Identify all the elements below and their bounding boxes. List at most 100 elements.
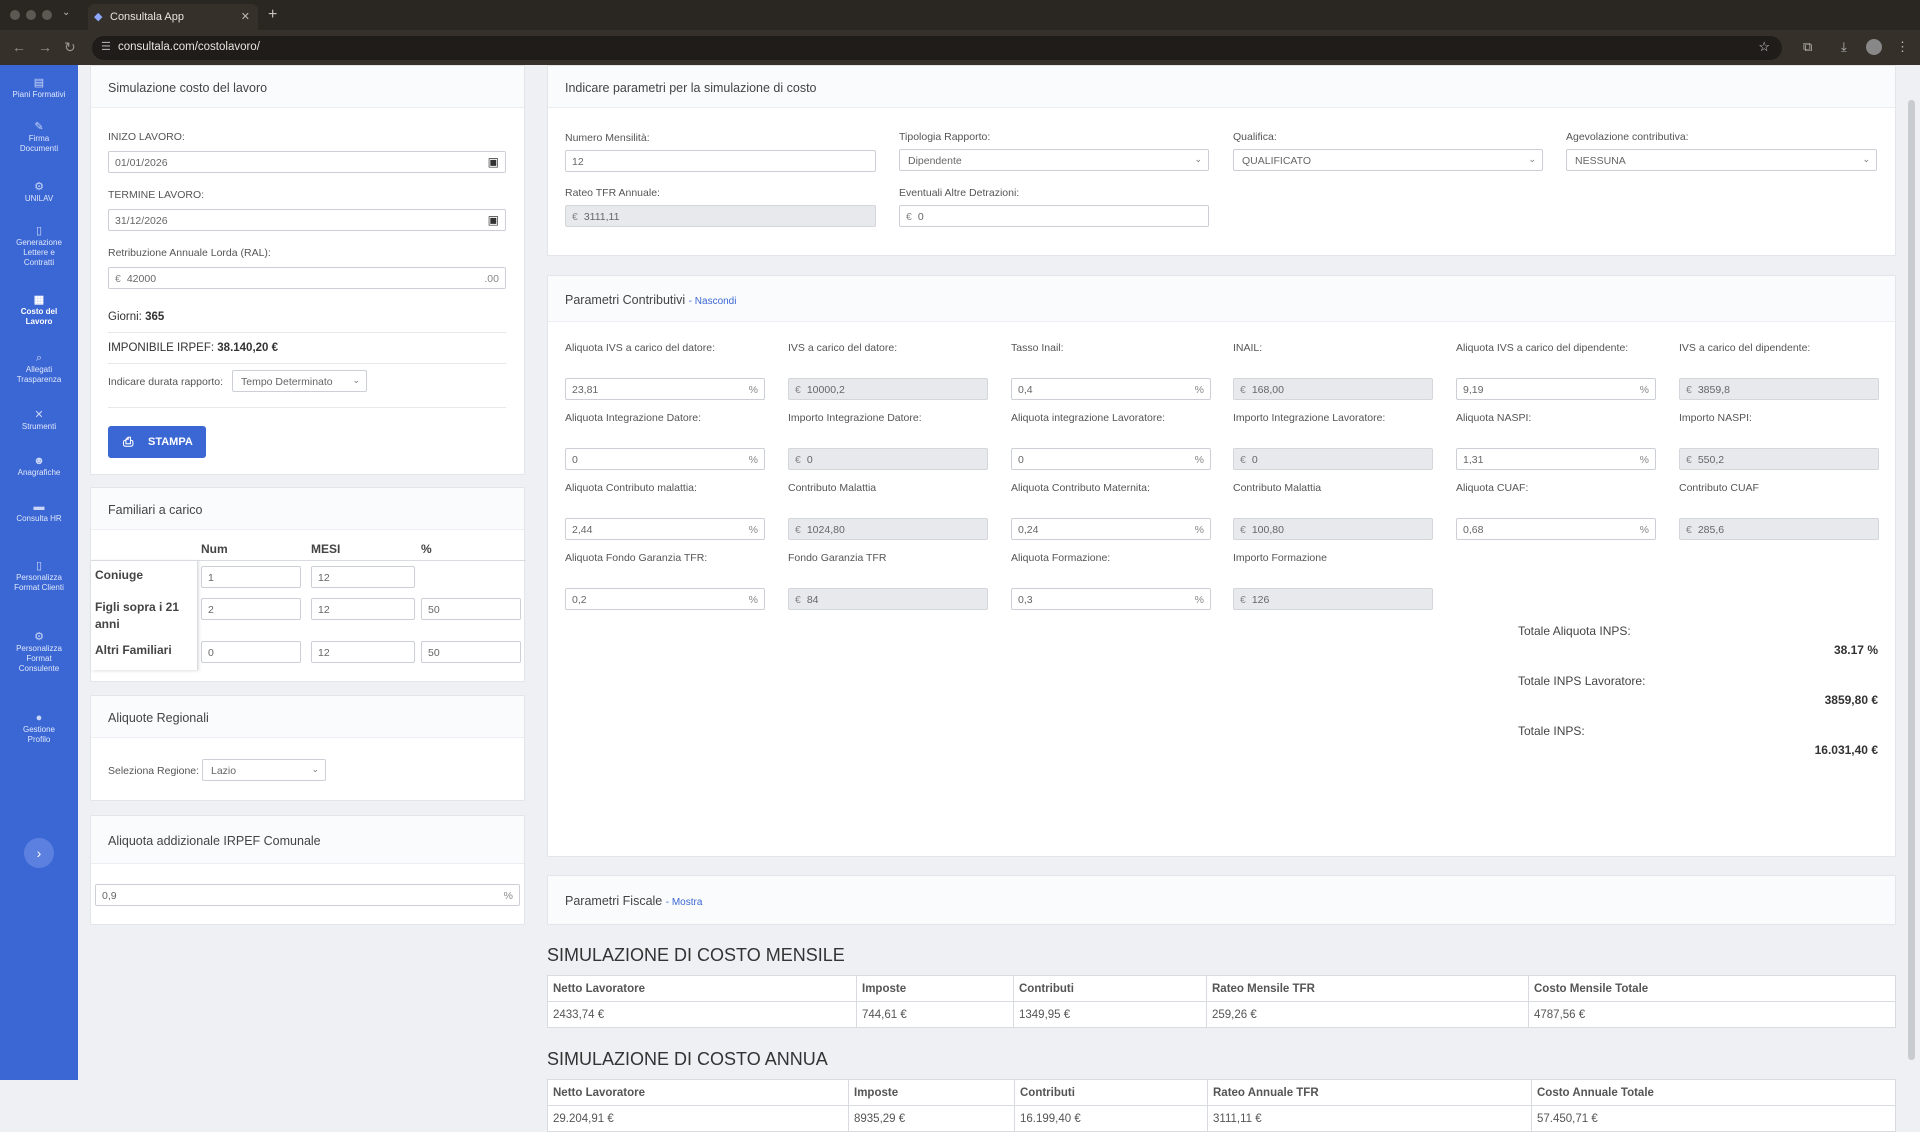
nascondi-link[interactable]: - Nascondi — [689, 296, 737, 307]
back-icon[interactable]: ← — [12, 39, 26, 55]
favicon-icon: ◆ — [94, 11, 103, 23]
site-info-icon[interactable]: ☰ — [101, 40, 111, 53]
sidebar-item-personalizza-format-consulente[interactable]: ⚙ Personalizza Format Consulente — [0, 632, 78, 674]
tipologia-select[interactable]: Dipendente ⌄ — [899, 149, 1209, 171]
sidebar-item-unilav[interactable]: ⚙ UNILAV — [0, 182, 78, 204]
gear-icon: ⚙ — [34, 631, 44, 643]
agevolazione-label: Agevolazione contributiva: — [1566, 131, 1689, 143]
altri-pct-input[interactable]: 50 — [421, 641, 521, 663]
contrib-rate-input[interactable]: 0,4% — [1011, 378, 1211, 400]
ral-label: Retribuzione Annuale Lorda (RAL): — [108, 247, 271, 259]
sidebar-item-allegati-trasparenza[interactable]: ⌕ Allegati Trasparenza — [0, 353, 78, 385]
figli-pct-input[interactable]: 50 — [421, 598, 521, 620]
window-maximize-dot[interactable] — [42, 10, 52, 20]
altri-num-input[interactable]: 0 — [201, 641, 301, 663]
contrib-rate-input[interactable]: 0,3% — [1011, 588, 1211, 610]
contrib-rate-input[interactable]: 0,24% — [1011, 518, 1211, 540]
detrazioni-input[interactable]: €0 — [899, 205, 1209, 227]
pct-suffix: % — [748, 524, 758, 536]
agevolazione-select[interactable]: NESSUNA ⌄ — [1566, 149, 1877, 171]
tipologia-label: Tipologia Rapporto: — [899, 131, 991, 143]
euro-prefix: € — [1240, 524, 1246, 536]
forward-icon[interactable]: → — [38, 39, 52, 55]
profile-avatar[interactable] — [1866, 39, 1882, 55]
sidebar-item-label: Consulta HR — [16, 514, 62, 523]
fiscale-title: Parametri Fiscale — [565, 894, 663, 908]
sidebar-item-label: Personalizza Format Consulente — [16, 644, 62, 673]
coniuge-num-input[interactable]: 1 — [201, 566, 301, 588]
comunale-input[interactable]: 0,9% — [95, 884, 520, 906]
sidebar-item-personalizza-format-clienti[interactable]: ▯ Personalizza Format Clienti — [0, 561, 78, 593]
pct-suffix: % — [1194, 524, 1204, 536]
sidebar-item-anagrafiche[interactable]: ☻ Anagrafiche — [0, 456, 78, 478]
tab-close-icon[interactable]: ✕ — [241, 10, 250, 23]
termine-date-input[interactable]: 31/12/2026 ▣ — [108, 209, 506, 231]
address-bar[interactable]: ☰ consultala.com/costolavoro/ ☆ — [92, 36, 1782, 60]
ral-input[interactable]: €42000 .00 — [108, 267, 506, 289]
contrib-amount-field: €84 — [788, 588, 988, 610]
mensilita-input[interactable]: 12 — [565, 150, 876, 172]
new-tab-icon[interactable]: + — [268, 6, 277, 24]
qualifica-select[interactable]: QUALIFICATO ⌄ — [1233, 149, 1543, 171]
regione-select[interactable]: Lazio ⌄ — [202, 759, 326, 781]
mostra-link[interactable]: - Mostra — [666, 897, 703, 908]
window-minimize-dot[interactable] — [26, 10, 36, 20]
sidebar-expand-button[interactable]: › — [24, 838, 54, 868]
table-header: Imposte — [856, 975, 1014, 1002]
contrib-label: IVS a carico del datore: — [788, 342, 898, 354]
table-cell: 16.199,40 € — [1014, 1105, 1208, 1132]
tab-search-icon[interactable]: ⌄ — [62, 7, 70, 18]
bookmark-star-icon[interactable]: ☆ — [1758, 39, 1770, 55]
contrib-amount-field: €1024,80 — [788, 518, 988, 540]
regione-label: Seleziona Regione: — [108, 765, 200, 777]
browser-tab[interactable]: ◆ Consultala App ✕ — [88, 4, 258, 30]
contrib-rate-input[interactable]: 2,44% — [565, 518, 765, 540]
chevron-down-icon: ⌄ — [1528, 154, 1536, 164]
contrib-rate-input[interactable]: 9,19% — [1456, 378, 1656, 400]
sidebar-item-strumenti[interactable]: ✕ Strumenti — [0, 410, 78, 432]
page-scrollbar[interactable] — [1908, 100, 1915, 1060]
download-icon[interactable]: ⤓ — [1841, 39, 1847, 55]
euro-prefix: € — [1686, 524, 1692, 536]
coniuge-mesi-input[interactable]: 12 — [311, 566, 415, 588]
contrib-rate-input[interactable]: 0,2% — [565, 588, 765, 610]
contrib-label: Aliquota integrazione Lavoratore: — [1011, 412, 1166, 424]
inizio-date-input[interactable]: 01/01/2026 ▣ — [108, 151, 506, 173]
figli-mesi-input[interactable]: 12 — [311, 598, 415, 620]
pct-suffix: % — [1194, 594, 1204, 606]
contrib-rate-input[interactable]: 0% — [565, 448, 765, 470]
calendar-icon[interactable]: ▣ — [488, 213, 499, 227]
sidebar-item-firma-documenti[interactable]: ✎ Firma Documenti — [0, 122, 78, 154]
sidebar-item-gestione-profilo[interactable]: ● Gestione Profilo — [0, 713, 78, 745]
sidebar-item-costo-del-lavoro[interactable]: ▦ Costo del Lavoro — [0, 295, 78, 327]
euro-prefix: € — [795, 384, 801, 396]
sidebar-item-consulta-hr[interactable]: ▬ Consulta HR — [0, 502, 78, 524]
contrib-rate-input[interactable]: 0,68% — [1456, 518, 1656, 540]
reload-icon[interactable]: ↻ — [64, 39, 76, 56]
stampa-button[interactable]: ⎙ STAMPA — [108, 426, 206, 458]
calendar-icon[interactable]: ▣ — [488, 155, 499, 169]
sidebar-item-generazione-lettere[interactable]: ▯ Generazione Lettere e Contratti — [0, 226, 78, 268]
contrib-label: Tasso Inail: — [1011, 342, 1064, 354]
contrib-rate-input[interactable]: 1,31% — [1456, 448, 1656, 470]
durata-select[interactable]: Tempo Determinato ⌄ — [232, 370, 367, 392]
contrib-value: 1024,80 — [806, 524, 845, 536]
contrib-rate-input[interactable]: 0% — [1011, 448, 1211, 470]
euro-prefix: € — [1686, 454, 1692, 466]
sidebar-item-piani-formativi[interactable]: ▤ Piani Formativi — [0, 78, 78, 100]
menu-kebab-icon[interactable]: ⋮ — [1896, 39, 1909, 55]
regionali-card: Aliquote Regionali Seleziona Regione: La… — [90, 695, 525, 801]
durata-value: Tempo Determinato — [241, 376, 333, 388]
altri-mesi-input[interactable]: 12 — [311, 641, 415, 663]
pct-suffix: % — [748, 384, 758, 396]
table-cell: 1349,95 € — [1013, 1001, 1207, 1028]
annua-table: Netto Lavoratore Imposte Contributi Rate… — [547, 1079, 1896, 1132]
figli-num-input[interactable]: 2 — [201, 598, 301, 620]
window-close-dot[interactable] — [10, 10, 20, 20]
contrib-rate-input[interactable]: 23,81% — [565, 378, 765, 400]
contrib-value: 10000,2 — [806, 384, 845, 396]
contrib-label: Aliquota CUAF: — [1456, 482, 1529, 494]
extensions-icon[interactable]: ⧉ — [1803, 39, 1812, 55]
termine-label: TERMINE LAVORO: — [108, 189, 205, 201]
contributivi-header: Parametri Contributivi - Nascondi — [548, 276, 1895, 322]
